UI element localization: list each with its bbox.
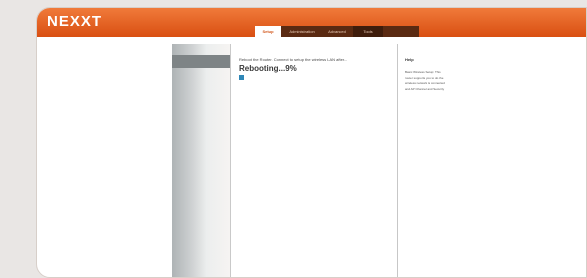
tab-administration[interactable]: Administration — [283, 26, 321, 37]
left-sidebar — [172, 44, 230, 277]
help-panel: Help Basic Wireless Setup: This router s… — [405, 57, 475, 92]
tab-tools[interactable]: Tools — [353, 26, 383, 37]
sidebar-item-selected[interactable] — [172, 55, 230, 68]
reboot-progress-label: Rebooting...9% — [239, 64, 297, 73]
reboot-status-panel: Reboot the Router. Connect to setup the … — [239, 57, 394, 80]
status-message: Reboot the Router. Connect to setup the … — [239, 57, 348, 62]
loading-spinner-icon — [239, 75, 244, 80]
tab-advanced[interactable]: Advanced — [323, 26, 351, 37]
help-line: and AP Channel and Security — [405, 86, 445, 91]
top-header-bar: NEXXT Setup Administration Advanced Tool… — [37, 8, 586, 37]
help-divider — [397, 44, 398, 277]
main-tab-bar: Setup Administration Advanced Tools — [255, 26, 419, 37]
sidebar-divider — [230, 44, 231, 277]
nexxt-logo: NEXXT — [47, 13, 103, 30]
router-admin-window: NEXXT Setup Administration Advanced Tool… — [36, 7, 587, 278]
tab-setup[interactable]: Setup — [255, 26, 281, 37]
help-body: Basic Wireless Setup: This router suppor… — [405, 70, 475, 92]
help-title: Help — [405, 57, 414, 62]
